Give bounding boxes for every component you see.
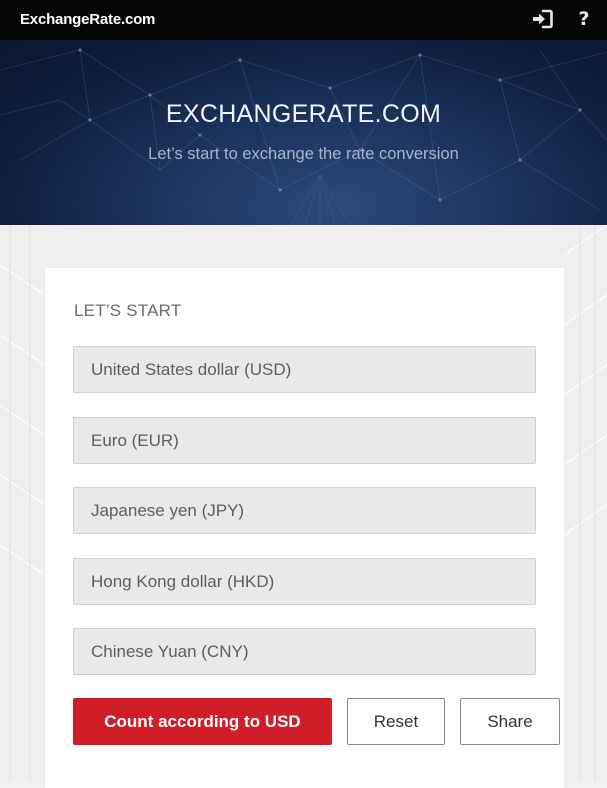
usd-input[interactable] xyxy=(73,346,536,393)
reset-button[interactable]: Reset xyxy=(347,698,445,745)
card-heading: LET’S START xyxy=(74,301,182,320)
hkd-input[interactable] xyxy=(73,558,536,605)
share-button[interactable]: Share xyxy=(460,698,560,745)
top-bar: ExchangeRate.com ? xyxy=(0,0,607,40)
hero-title: EXCHANGERATE.COM xyxy=(165,100,442,128)
conversion-card: LET’S START Count according to USD Reset… xyxy=(45,268,564,788)
network-background xyxy=(0,48,607,225)
help-glyph: ? xyxy=(578,7,590,30)
brand-name[interactable]: ExchangeRate.com xyxy=(20,11,155,28)
jpy-input[interactable] xyxy=(73,487,536,534)
hero-subtitle: Let’s start to exchange the rate convers… xyxy=(148,145,459,163)
help-icon[interactable]: ? xyxy=(573,8,595,30)
cny-input[interactable] xyxy=(73,628,536,675)
sign-in-icon[interactable] xyxy=(531,8,553,30)
eur-input[interactable] xyxy=(73,417,536,464)
hero-banner: EXCHANGERATE.COM Let’s start to exchange… xyxy=(0,40,607,225)
top-bar-actions: ? xyxy=(531,8,595,30)
count-usd-button[interactable]: Count according to USD xyxy=(73,698,332,745)
